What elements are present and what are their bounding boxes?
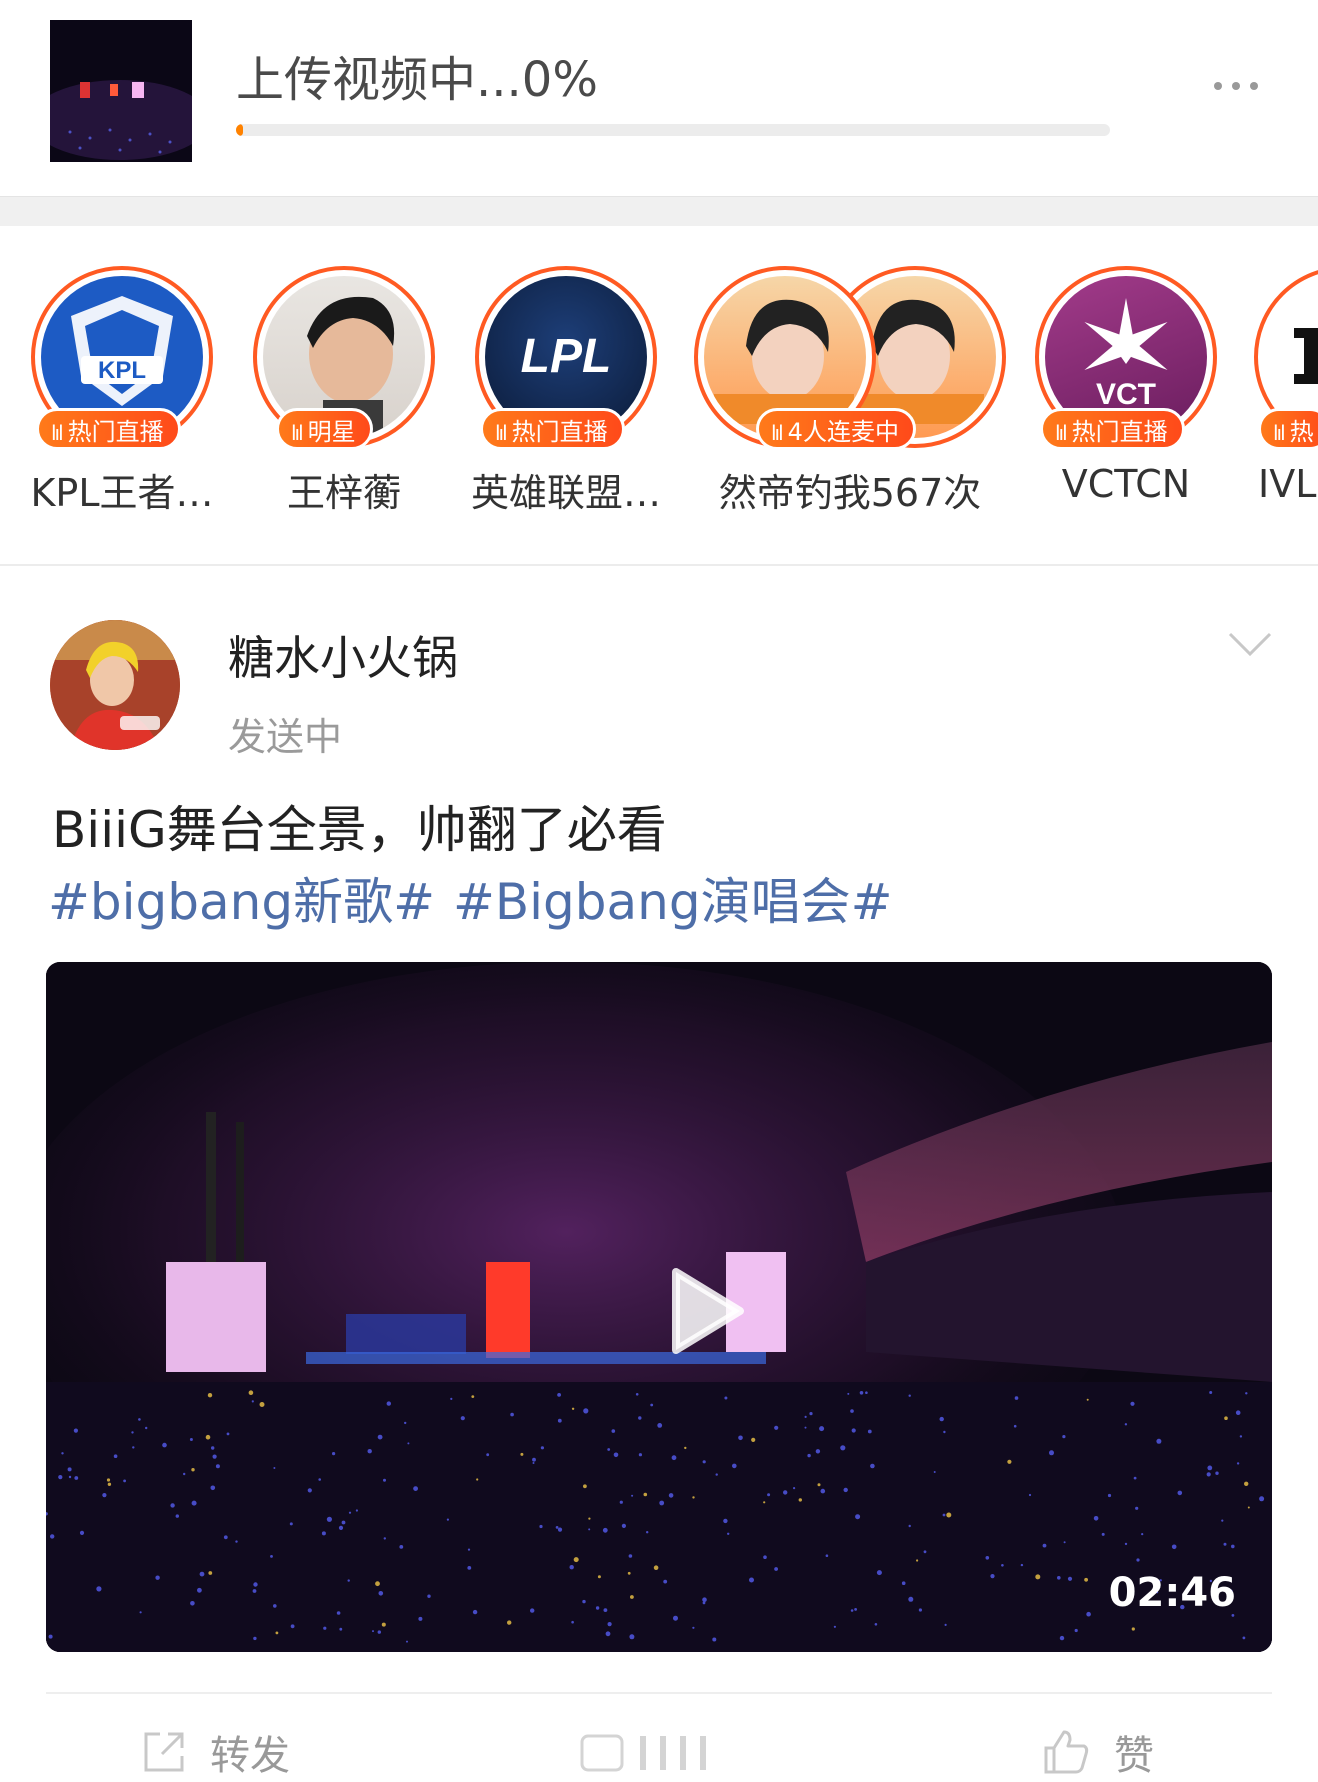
avatar-logo-text: KPL — [98, 357, 146, 384]
live-item-label: IVL — [1258, 462, 1317, 506]
comment-icon — [580, 1734, 706, 1772]
avatar-logo-text: LPL — [521, 330, 612, 383]
action-divider — [46, 1692, 1272, 1694]
live-strip: KPL lıl 热门直播 KPL王者… lıl 明星 王梓蘅 LPL lıl 热… — [0, 226, 1318, 566]
live-item-label: 英雄联盟… — [470, 471, 661, 515]
bars-icon: lıl — [495, 421, 508, 445]
post-card: 糖水小火锅 发送中 BiiiG舞台全景，帅翻了必看 #bigbang新歌# #Bi… — [0, 566, 1318, 1780]
live-badge: lıl 热 — [1258, 408, 1318, 450]
hashtag-link[interactable]: #Bigbang演唱会# — [453, 873, 893, 931]
bars-icon: lıl — [1273, 421, 1286, 445]
live-badge: lıl 热门直播 — [480, 408, 625, 450]
upload-status-text: 上传视频中...0% — [236, 52, 598, 108]
section-divider — [0, 196, 1318, 227]
avatar-logo-text: VCT — [1096, 378, 1156, 411]
live-item-vct[interactable]: VCT lıl 热门直播 VCTCN — [1016, 266, 1236, 536]
post-tags: #bigbang新歌# #Bigbang演唱会# — [48, 862, 911, 934]
share-icon — [144, 1732, 184, 1772]
upload-bar: 上传视频中...0% — [0, 0, 1318, 196]
like-icon — [1044, 1730, 1089, 1774]
live-badge: lıl 热门直播 — [1040, 408, 1185, 450]
live-item-star[interactable]: lıl 明星 王梓蘅 — [234, 266, 454, 536]
hashtag-link[interactable]: #bigbang新歌# — [48, 873, 435, 931]
live-item-label: KPL王者… — [30, 471, 214, 515]
live-item-lol[interactable]: LPL lıl 热门直播 英雄联盟… — [456, 266, 676, 536]
live-badge: lıl 热门直播 — [36, 408, 181, 450]
upload-thumbnail[interactable] — [50, 20, 192, 162]
avatar[interactable] — [50, 620, 180, 750]
bars-icon: lıl — [771, 421, 784, 445]
live-item-label: 然帝钓我567次 — [718, 471, 982, 515]
live-item-kpl[interactable]: KPL lıl 热门直播 KPL王者… — [12, 266, 232, 536]
video-player[interactable]: 02:46 — [46, 962, 1272, 1652]
video-thumbnail — [46, 962, 1272, 1652]
live-item-label: VCTCN — [1061, 462, 1191, 506]
live-badge: lıl 4人连麦中 — [756, 408, 916, 450]
repost-button[interactable]: 转发 — [140, 1722, 290, 1782]
upload-progress-fill — [236, 124, 243, 136]
comment-button[interactable] — [580, 1722, 762, 1782]
post-text: BiiiG舞台全景，帅翻了必看 — [52, 801, 667, 859]
live-item-ivl[interactable]: lıl 热 IVL — [1240, 266, 1318, 536]
upload-progress-bar — [236, 124, 1110, 136]
repost-label: 转发 — [210, 1733, 290, 1779]
live-badge: lıl 明星 — [276, 408, 373, 450]
live-item-multi[interactable]: lıl 4人连麦中 然帝钓我567次 — [690, 266, 1010, 536]
bars-icon: lıl — [291, 421, 304, 445]
bars-icon: lıl — [51, 421, 64, 445]
live-item-label: 王梓蘅 — [286, 471, 401, 515]
like-button[interactable]: 赞 — [1040, 1722, 1154, 1782]
video-duration: 02:46 — [1108, 1570, 1236, 1616]
username[interactable]: 糖水小火锅 — [228, 622, 458, 688]
more-icon[interactable] — [1210, 66, 1262, 106]
chevron-down-icon[interactable] — [1226, 626, 1274, 662]
bars-icon: lıl — [1055, 421, 1068, 445]
like-label: 赞 — [1114, 1733, 1154, 1779]
play-icon[interactable] — [666, 1266, 746, 1356]
post-status: 发送中 — [228, 715, 343, 759]
